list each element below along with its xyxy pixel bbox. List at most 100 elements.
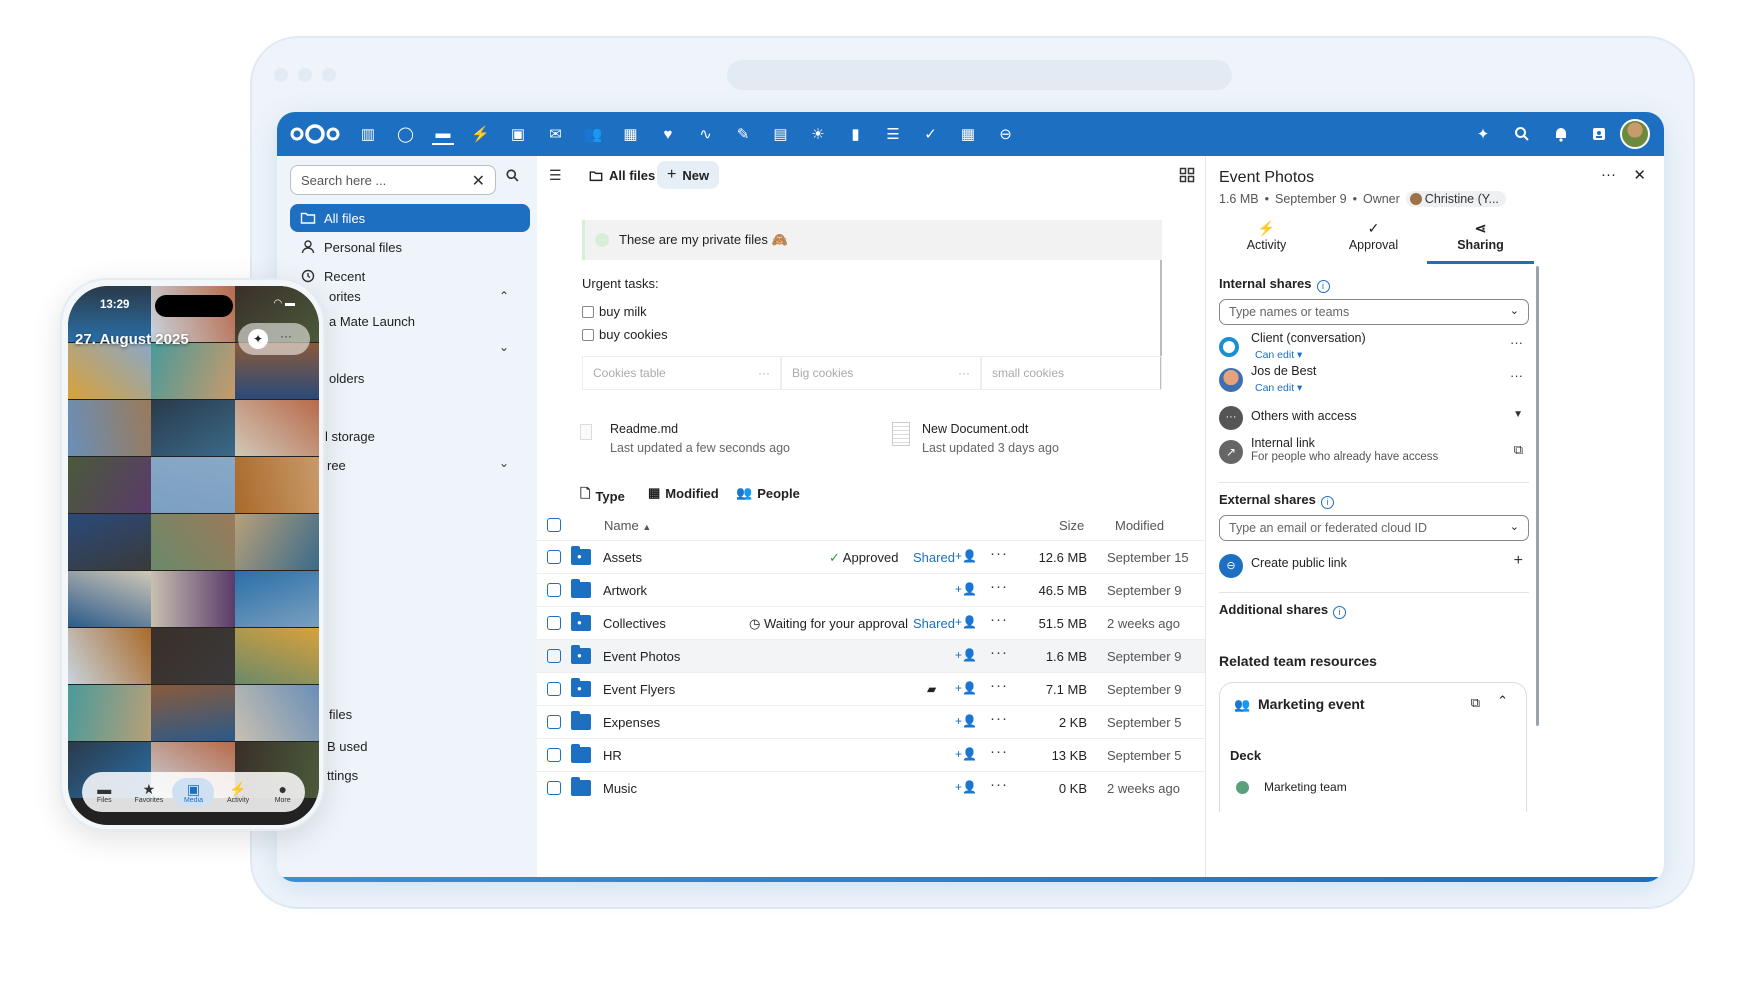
more-icon[interactable]: ··· (990, 644, 1008, 661)
charts-icon[interactable]: ▮ (845, 123, 867, 145)
table-row[interactable]: HR +👤 ··· 13 KB September 5 (537, 738, 1205, 771)
tables-icon[interactable]: ▦ (957, 123, 979, 145)
notifications-icon[interactable] (1550, 123, 1572, 145)
info-icon[interactable]: i (1316, 280, 1330, 293)
task-checkbox[interactable] (582, 329, 594, 341)
chevron-down-icon[interactable]: ⌄ (1510, 304, 1519, 317)
share-icon[interactable]: +👤 (955, 549, 977, 563)
share-icon[interactable]: +👤 (955, 780, 977, 794)
share-icon[interactable]: +👤 (955, 681, 977, 695)
file-name[interactable]: Music (603, 781, 637, 796)
chevron-down-icon[interactable]: ⌄ (1510, 520, 1519, 533)
photos-icon[interactable]: ▣ (507, 123, 529, 145)
info-icon[interactable]: i (1333, 606, 1347, 619)
analytics-icon[interactable]: ∿ (695, 123, 717, 145)
photo-thumbnail[interactable] (235, 400, 319, 456)
photo-thumbnail[interactable] (235, 457, 319, 513)
chevron-down-icon[interactable]: ⌄ (499, 340, 509, 354)
sparkle-icon[interactable]: ✦ (248, 329, 268, 349)
file-name[interactable]: Assets (603, 550, 642, 565)
share-permission[interactable]: Can edit ▾ (1255, 349, 1302, 361)
photo-thumbnail[interactable] (151, 685, 235, 741)
search-input[interactable]: Search here ... ✕ (290, 165, 496, 195)
photo-thumbnail[interactable] (151, 457, 235, 513)
approval-status[interactable]: ✓ Approved (829, 550, 898, 566)
task-item[interactable]: buy milk (582, 304, 647, 319)
file-name[interactable]: Event Flyers (603, 682, 675, 697)
task-item[interactable]: buy cookies (582, 327, 668, 342)
files-icon[interactable]: ▬ (432, 123, 454, 145)
external-share-input[interactable]: Type an email or federated cloud ID ⌄ (1219, 515, 1529, 541)
share-icon[interactable]: +👤 (955, 714, 977, 728)
search-icon[interactable] (505, 168, 520, 187)
tasks-icon[interactable]: ✓ (920, 123, 942, 145)
assistant-icon[interactable]: ✦ (1472, 123, 1494, 145)
nav-item-recent[interactable]: Recent (290, 262, 530, 290)
row-checkbox[interactable] (547, 649, 561, 663)
more-icon[interactable]: ··· (1510, 335, 1523, 350)
create-public-link[interactable]: ⊖ Create public link + (1219, 550, 1529, 584)
table-cell[interactable]: Cookies table ··· (582, 356, 781, 390)
photo-thumbnail[interactable] (68, 571, 151, 627)
copy-icon[interactable]: ⧉ (1514, 442, 1523, 458)
row-checkbox[interactable] (547, 781, 561, 795)
mail-icon[interactable]: ✉ (545, 123, 567, 145)
phone-tab-more[interactable]: ● More (262, 781, 304, 804)
weather-icon[interactable]: ☀ (807, 123, 829, 145)
more-icon[interactable]: ··· (758, 366, 770, 380)
window-dot[interactable] (298, 68, 312, 82)
new-button[interactable]: + New (657, 161, 720, 189)
more-icon[interactable]: ··· (990, 545, 1008, 562)
calendar-icon[interactable]: ▦ (620, 123, 642, 145)
nav-item-tree[interactable]: ree (327, 458, 346, 473)
file-name[interactable]: Artwork (603, 583, 647, 598)
task-checkbox[interactable] (582, 306, 594, 318)
folder-description[interactable]: These are my private files 🙈 Urgent task… (582, 220, 1162, 390)
notes-icon[interactable]: ✎ (732, 123, 754, 145)
more-icon[interactable]: ··· (990, 611, 1008, 628)
chevron-down-icon[interactable]: ⌄ (499, 456, 509, 470)
photo-thumbnail[interactable] (235, 628, 319, 684)
filter-modified[interactable]: ▦ Modified (648, 485, 719, 501)
file-name[interactable]: Expenses (603, 715, 660, 730)
shared-label[interactable]: Shared (913, 616, 955, 631)
comment-icon[interactable]: ▰ (927, 682, 936, 696)
nav-item-personal-files[interactable]: Personal files (290, 233, 530, 261)
more-icon[interactable]: ··· (990, 743, 1008, 760)
tab-approval[interactable]: ✓ Approval (1320, 218, 1427, 264)
photo-thumbnail[interactable] (68, 628, 151, 684)
talk-icon[interactable]: ◯ (395, 123, 417, 145)
table-row[interactable]: Expenses +👤 ··· 2 KB September 5 (537, 705, 1205, 738)
phone-tab-activity[interactable]: ⚡ Activity (217, 781, 259, 804)
share-icon[interactable]: +👤 (955, 615, 977, 629)
activity-icon[interactable]: ⚡ (470, 123, 492, 145)
row-checkbox[interactable] (547, 748, 561, 762)
nav-item-deleted-files[interactable]: files (329, 707, 352, 722)
nav-item-external-storage[interactable]: l storage (325, 429, 375, 444)
contacts-icon[interactable]: 👥 (582, 123, 604, 145)
tab-activity[interactable]: ⚡ Activity (1213, 218, 1320, 264)
plus-icon[interactable]: + (1514, 552, 1523, 570)
photo-thumbnail[interactable] (151, 343, 235, 399)
row-checkbox[interactable] (547, 583, 561, 597)
open-external-icon[interactable]: ⧉ (1471, 695, 1480, 711)
approval-status[interactable]: ◷ Waiting for your approval (749, 616, 908, 632)
file-name[interactable]: Collectives (603, 616, 666, 631)
deck-icon[interactable]: ▤ (770, 123, 792, 145)
table-row[interactable]: Music +👤 ··· 0 KB 2 weeks ago (537, 771, 1205, 804)
others-with-access[interactable]: ··· Others with access ▼ (1219, 402, 1529, 436)
table-row[interactable]: ● Collectives ◷ Waiting for your approval S… (537, 606, 1205, 639)
size-header[interactable]: Size (1059, 518, 1084, 533)
nav-item-favorites[interactable]: orites (329, 289, 361, 304)
file-name[interactable]: HR (603, 748, 622, 763)
table-row[interactable]: ● Event Photos +👤 ··· 1.6 MB September 9 (537, 639, 1205, 672)
photo-thumbnail[interactable] (151, 628, 235, 684)
user-avatar[interactable] (1620, 119, 1650, 149)
table-row[interactable]: Artwork +👤 ··· 46.5 MB September 9 (537, 573, 1205, 606)
address-bar[interactable] (727, 60, 1232, 90)
more-icon[interactable]: ··· (1510, 368, 1523, 383)
more-actions-icon[interactable]: ··· (1601, 166, 1616, 183)
row-checkbox[interactable] (547, 550, 561, 564)
more-icon[interactable]: ··· (280, 329, 292, 343)
window-dot[interactable] (274, 68, 288, 82)
